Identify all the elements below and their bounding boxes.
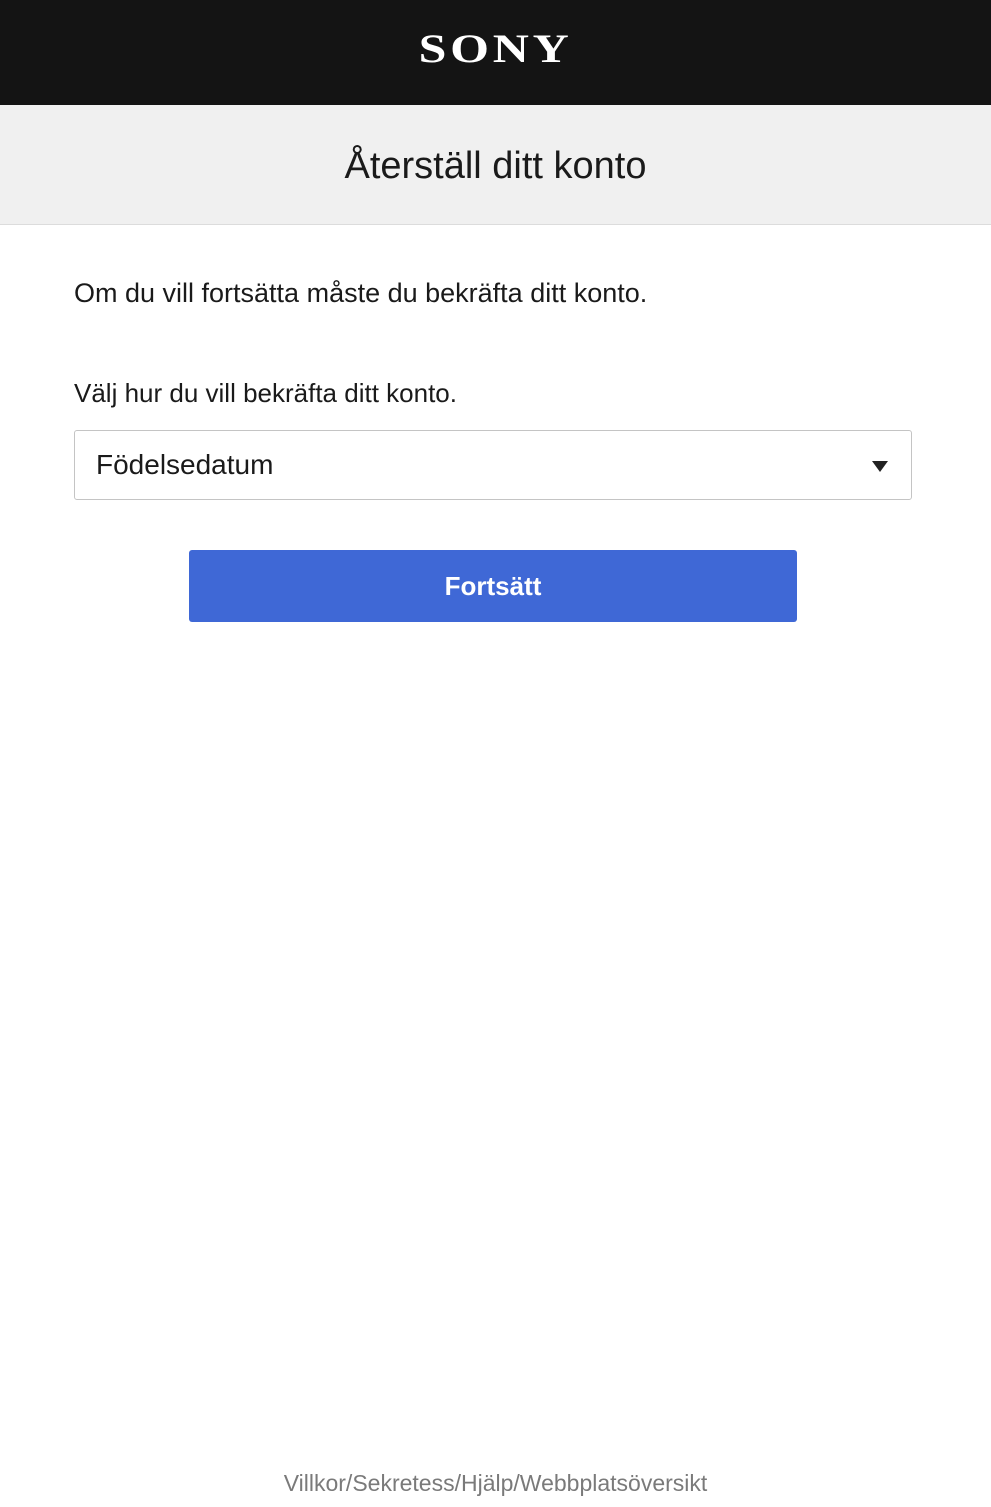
title-bar: Återställ ditt konto [0, 105, 991, 225]
footer-link-privacy[interactable]: Sekretess [352, 1470, 454, 1496]
intro-text: Om du vill fortsätta måste du bekräfta d… [74, 278, 648, 308]
footer-link-help[interactable]: Hjälp [461, 1470, 513, 1496]
chevron-down-icon [872, 461, 888, 472]
selected-method-value: Födelsedatum [96, 449, 274, 480]
verification-method-label: Välj hur du vill bekräfta ditt konto. [74, 378, 457, 408]
verification-method-select[interactable]: Födelsedatum [74, 430, 912, 500]
footer-link-terms[interactable]: Villkor [284, 1470, 346, 1496]
sony-logo: SONY [418, 25, 573, 71]
top-header: SONY [0, 0, 991, 105]
footer-links: Villkor/Sekretess/Hjälp/Webbplatsöversik… [0, 1470, 991, 1497]
continue-button[interactable]: Fortsätt [189, 550, 797, 622]
page-title: Återställ ditt konto [344, 145, 647, 187]
footer-link-sitemap[interactable]: Webbplatsöversikt [520, 1470, 708, 1496]
